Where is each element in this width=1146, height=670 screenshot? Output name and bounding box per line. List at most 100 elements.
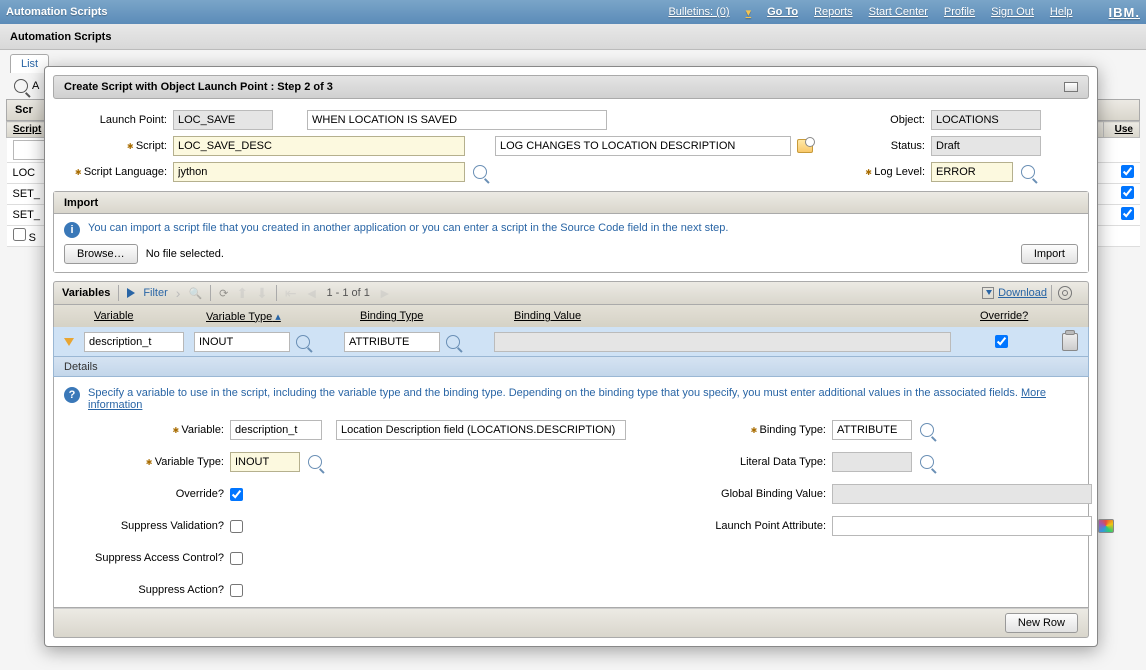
variables-header: Variables: [62, 287, 110, 299]
dialog-title: Create Script with Object Launch Point :…: [64, 81, 333, 93]
variable-row[interactable]: [53, 327, 1089, 357]
variables-toolbar: Variables Filter › 🔍 ⟳ ⬆ ⬇ ⇤ ◄ 1 - 1 of …: [53, 281, 1089, 305]
det-bindtype-label: Binding Type:: [666, 424, 826, 436]
startcenter-link[interactable]: Start Center: [869, 6, 928, 18]
top-navbar: Automation Scripts Bulletins: (0) ▾ Go T…: [0, 0, 1146, 24]
row-bindtype-field[interactable]: [344, 332, 440, 352]
use-checkbox[interactable]: [1121, 186, 1134, 199]
script-label: Script:: [61, 140, 167, 152]
det-override-checkbox[interactable]: [230, 488, 243, 501]
det-lpattr-field[interactable]: [832, 516, 1092, 536]
det-variable-label: Variable:: [64, 424, 224, 436]
import-button[interactable]: Import: [1021, 244, 1078, 264]
det-lpattr-label: Launch Point Attribute:: [666, 520, 826, 532]
ibm-logo: IBM.: [1109, 5, 1140, 20]
lookup-icon[interactable]: [308, 455, 322, 469]
first-page-icon: ⇤: [285, 285, 297, 302]
det-supval-checkbox[interactable]: [230, 520, 243, 533]
script-desc-field[interactable]: [495, 136, 791, 156]
col-binding-type[interactable]: Binding Type: [354, 310, 508, 322]
app-title: Automation Scripts: [6, 6, 107, 18]
lookup-icon[interactable]: [446, 335, 460, 349]
refresh-icon: ⟳: [219, 287, 228, 300]
import-header: Import: [64, 197, 98, 209]
variables-footer: New Row: [53, 608, 1089, 638]
signout-link[interactable]: Sign Out: [991, 6, 1034, 18]
details-message: Specify a variable to use in the script,…: [88, 387, 1078, 411]
col-override[interactable]: Override?: [974, 310, 1058, 322]
loglevel-label: Log Level:: [861, 166, 925, 178]
dialog-titlebar: Create Script with Object Launch Point :…: [53, 75, 1089, 99]
script-field[interactable]: [173, 136, 465, 156]
settings-icon[interactable]: [1058, 286, 1072, 300]
row-variable-field[interactable]: [84, 332, 184, 352]
launchpoint-label: Launch Point:: [61, 114, 167, 126]
goto-link[interactable]: Go To: [767, 6, 798, 18]
scriptlang-field[interactable]: [173, 162, 465, 182]
variables-column-headers: Variable Variable Type Binding Type Bind…: [53, 305, 1089, 327]
top-nav-links: Bulletins: (0) ▾ Go To Reports Start Cen…: [668, 5, 1140, 20]
minimize-icon[interactable]: [1064, 82, 1078, 92]
col-variable-type[interactable]: Variable Type: [200, 310, 354, 323]
row-vartype-field[interactable]: [194, 332, 290, 352]
launchpoint-desc-field[interactable]: [307, 110, 607, 130]
lookup-icon[interactable]: [920, 455, 934, 469]
launchpoint-field: [173, 110, 273, 130]
det-supact-checkbox[interactable]: [230, 584, 243, 597]
use-checkbox[interactable]: [1121, 165, 1134, 178]
use-checkbox[interactable]: [1121, 207, 1134, 220]
det-vartype-field[interactable]: [230, 452, 300, 472]
download-link[interactable]: Download: [998, 287, 1047, 299]
status-label: Status:: [861, 140, 925, 152]
row-override-checkbox[interactable]: [995, 335, 1008, 348]
det-literaltype-label: Literal Data Type:: [666, 456, 826, 468]
lookup-icon[interactable]: [920, 423, 934, 437]
filter-link[interactable]: Filter: [143, 287, 167, 299]
col-binding-value[interactable]: Binding Value: [508, 310, 974, 322]
next-page-icon: ►: [378, 285, 392, 301]
lookup-icon[interactable]: [296, 335, 310, 349]
longdesc-icon[interactable]: [797, 139, 813, 153]
expand-row-icon[interactable]: [64, 338, 74, 346]
col-use[interactable]: Use: [1104, 122, 1140, 138]
col-variable[interactable]: Variable: [88, 310, 200, 322]
import-panel: Import iYou can import a script file tha…: [53, 191, 1089, 273]
det-supacc-label: Suppress Access Control?: [64, 552, 224, 564]
det-supacc-checkbox[interactable]: [230, 552, 243, 565]
search-icon-disabled: 🔍: [188, 287, 202, 300]
details-header: Details: [53, 357, 1089, 377]
bulletins-link[interactable]: Bulletins: (0): [668, 6, 729, 18]
scriptlang-label: Script Language:: [61, 166, 167, 178]
profile-link[interactable]: Profile: [944, 6, 975, 18]
reports-link[interactable]: Reports: [814, 6, 853, 18]
browse-button[interactable]: Browse…: [64, 244, 138, 264]
det-variable-desc-field[interactable]: [336, 420, 626, 440]
det-bindtype-field[interactable]: [832, 420, 912, 440]
lookup-icon[interactable]: [473, 165, 487, 179]
page-title: Automation Scripts: [10, 31, 111, 43]
trash-icon[interactable]: [1062, 333, 1078, 351]
attribute-picker-icon[interactable]: [1098, 519, 1114, 533]
info-icon: ?: [64, 387, 80, 403]
filter-icon[interactable]: [127, 288, 135, 298]
select-all-checkbox[interactable]: [13, 228, 26, 241]
help-link[interactable]: Help: [1050, 6, 1073, 18]
det-globalbind-field: [832, 484, 1092, 504]
nofile-text: No file selected.: [146, 248, 224, 260]
search-icon[interactable]: [14, 79, 28, 93]
prev-icon: ⬆: [236, 285, 248, 302]
search-label: A: [32, 80, 39, 92]
next-icon: ⬇: [256, 285, 268, 302]
loglevel-field[interactable]: [931, 162, 1013, 182]
new-row-button[interactable]: New Row: [1005, 613, 1078, 633]
download-icon[interactable]: [982, 287, 994, 299]
det-literaltype-field: [832, 452, 912, 472]
det-vartype-label: Variable Type:: [64, 456, 224, 468]
det-variable-field[interactable]: [230, 420, 322, 440]
row-bindvalue-field: [494, 332, 951, 352]
prev-page-icon: ◄: [305, 285, 319, 301]
page-header: Automation Scripts: [0, 24, 1146, 50]
lookup-icon[interactable]: [1021, 165, 1035, 179]
status-field: [931, 136, 1041, 156]
det-supval-label: Suppress Validation?: [64, 520, 224, 532]
